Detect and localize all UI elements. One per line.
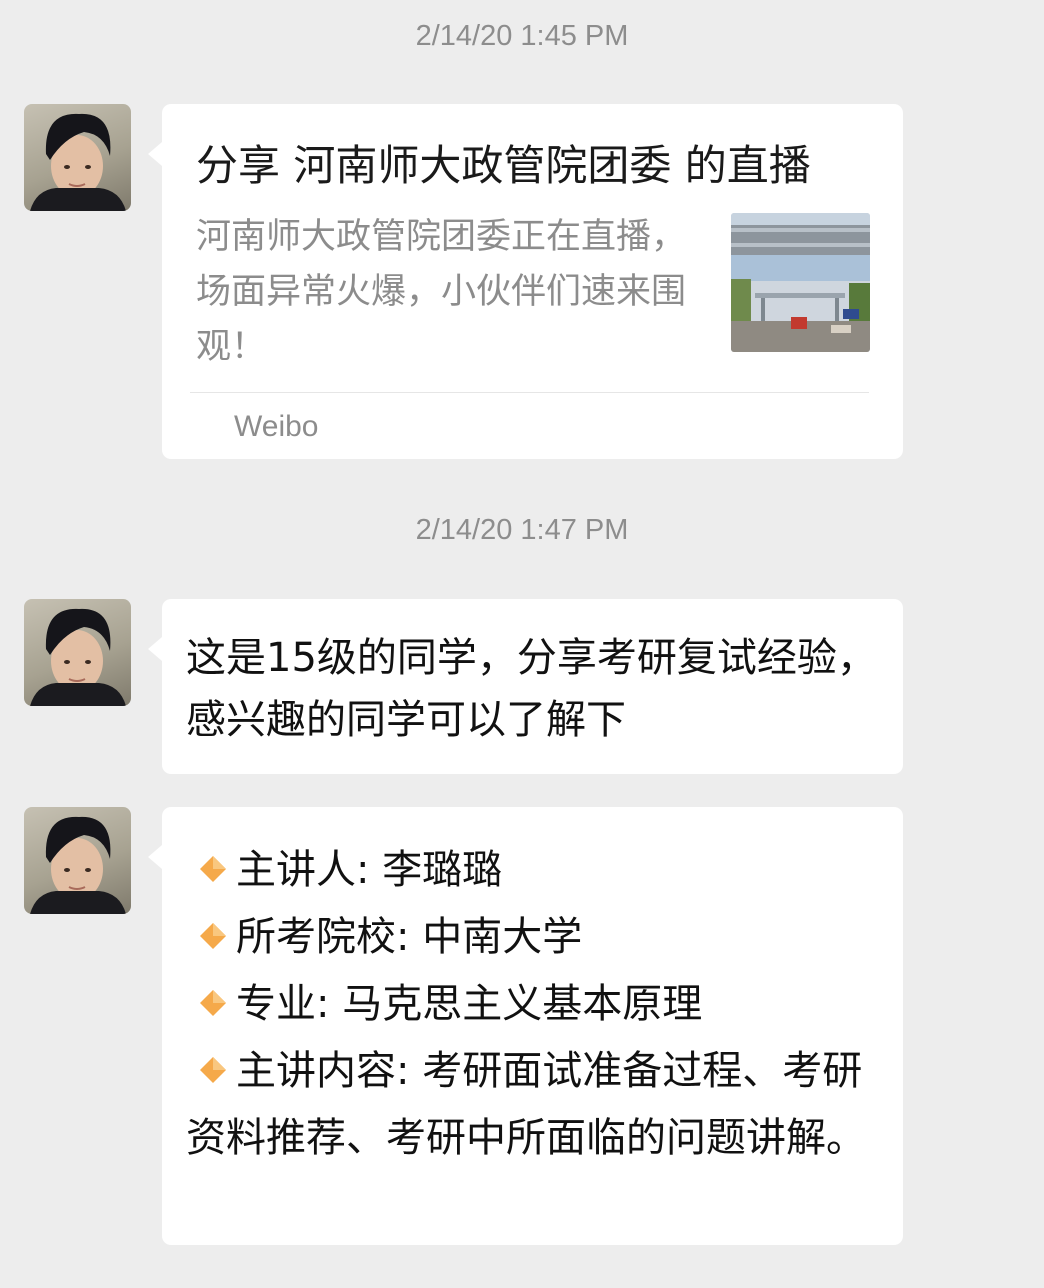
timestamp: 2/14/20 1:47 PM: [415, 514, 629, 546]
share-card-source: Weibo: [234, 410, 319, 443]
bullet-text: 专业: 马克思主义基本原理: [236, 981, 703, 1027]
bullet-item: 所考院校: 中南大学: [186, 904, 886, 971]
orange-diamond-icon: [200, 923, 226, 949]
bullet-text: 主讲人: 李璐璐: [236, 847, 503, 893]
orange-diamond-icon: [200, 856, 226, 882]
orange-diamond-icon: [200, 990, 226, 1016]
message-bubble[interactable]: 这是15级的同学，分享考研复试经验，感兴趣的同学可以了解下: [148, 599, 903, 774]
share-card-thumbnail: [731, 213, 870, 352]
bullet-item: 主讲人: 李璐璐: [186, 837, 886, 904]
bullet-list: 主讲人: 李璐璐 所考院校: 中南大学 专业: 马克思主义基本原理 主讲内容: …: [186, 837, 886, 1172]
orange-diamond-icon: [200, 1057, 226, 1083]
share-card[interactable]: 分享 河南师大政管院团委 的直播 河南师大政管院团委正在直播，场面异常火爆，小伙…: [148, 104, 903, 459]
card-divider: [190, 392, 869, 393]
message-text: 这是15级的同学，分享考研复试经验，感兴趣的同学可以了解下: [186, 635, 877, 743]
bullet-text: 所考院校: 中南大学: [236, 914, 583, 960]
message-bubble[interactable]: 主讲人: 李璐璐 所考院校: 中南大学 专业: 马克思主义基本原理 主讲内容: …: [148, 807, 903, 1245]
bullet-item: 主讲内容: 考研面试准备过程、考研资料推荐、考研中所面临的问题讲解。: [186, 1048, 866, 1161]
timestamp: 2/14/20 1:45 PM: [415, 20, 629, 52]
share-card-title: 分享 河南师大政管院团委 的直播: [196, 141, 811, 190]
bullet-item: 专业: 马克思主义基本原理: [186, 971, 886, 1038]
sender-avatar[interactable]: [24, 807, 131, 914]
sender-avatar[interactable]: [24, 599, 131, 706]
bullet-text: 主讲内容: 考研面试准备过程、考研资料推荐、考研中所面临的问题讲解。: [186, 1048, 866, 1161]
sender-avatar[interactable]: [24, 104, 131, 211]
share-card-description: 河南师大政管院团委正在直播，场面异常火爆，小伙伴们速来围观！: [196, 217, 687, 367]
